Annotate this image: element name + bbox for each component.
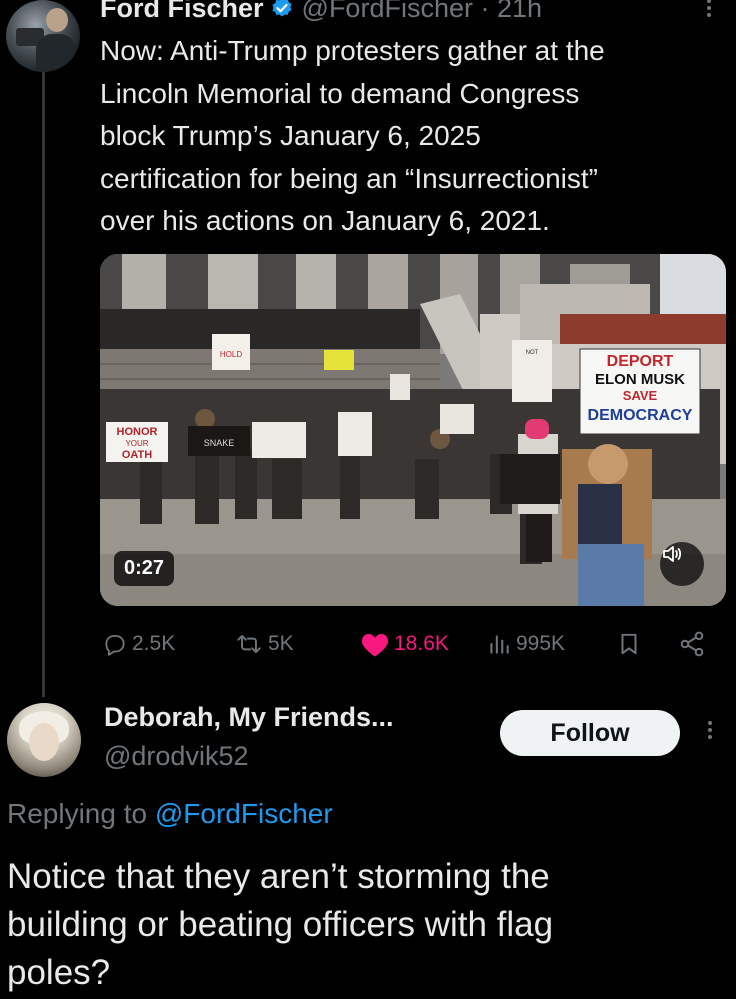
avatar-body-shape [36, 34, 76, 72]
original-author-name[interactable]: Ford Fischer [100, 0, 264, 24]
sign-honor-line1: HONOR [117, 426, 158, 438]
protest-scene-image: DEPORT ELON MUSK SAVE DEMOCRACY HONOR YO… [100, 254, 726, 606]
views-bar-chart-icon [490, 635, 509, 654]
share-action[interactable] [678, 624, 710, 664]
separator-dot: · [480, 0, 490, 23]
sign-hold: HOLD [220, 350, 242, 359]
bookmark-icon [621, 633, 637, 655]
heart-icon [361, 634, 389, 657]
avatar-face-shape [29, 723, 59, 761]
sign-not: NOT [526, 350, 539, 356]
video-player[interactable]: DEPORT ELON MUSK SAVE DEMOCRACY HONOR YO… [100, 254, 726, 606]
sign-deport-line1: DEPORT [607, 353, 674, 370]
verified-badge-icon [270, 0, 294, 20]
post-time[interactable]: 21h [497, 0, 542, 24]
repost-count: 5K [268, 632, 294, 655]
sign-honor-line2: YOUR [125, 439, 148, 448]
reply-action[interactable]: 2.5K [102, 624, 175, 664]
repost-icon [237, 635, 261, 653]
sign-deport-line3: SAVE [623, 388, 658, 403]
replying-to-prefix: Replying to [7, 798, 148, 829]
sign-deport-line2: ELON MUSK [595, 371, 685, 388]
reply-author-handle[interactable]: @drodvik52 [104, 741, 248, 772]
deborah-avatar[interactable] [7, 703, 81, 777]
reply-count: 2.5K [132, 632, 176, 655]
reply-icon [105, 634, 125, 656]
more-options-icon[interactable] [704, 0, 714, 20]
replying-to-line: Replying to @FordFischer [7, 798, 333, 830]
ford-fischer-avatar[interactable] [6, 0, 80, 72]
reply-more-options-icon[interactable] [707, 718, 713, 742]
sign-deport-line4: DEMOCRACY [588, 407, 693, 424]
video-duration: 0:27 [114, 551, 175, 586]
original-author-handle[interactable]: @FordFischer [302, 0, 473, 24]
reply-author-name[interactable]: Deborah, My Friends... [104, 702, 394, 733]
like-count: 18.6K [394, 632, 449, 655]
views-action[interactable]: 995K [486, 624, 565, 664]
view-count: 995K [516, 632, 566, 655]
avatar-head-shape [46, 8, 68, 32]
reply-post-text: Notice that they aren’t storming the bui… [7, 857, 554, 992]
replying-to-mention[interactable]: @FordFischer [155, 798, 333, 829]
bookmark-action[interactable] [616, 624, 646, 664]
post-action-bar: 2.5K 5K 18.6K 995K [100, 624, 710, 664]
share-icon [680, 631, 704, 657]
like-action[interactable]: 18.6K [360, 624, 449, 664]
original-post-text: Now: Anti-Trump protesters gather at the… [100, 35, 605, 236]
original-post-header: Ford Fischer @FordFischer · 21h [100, 0, 542, 24]
sign-honor-line3: OATH [122, 449, 152, 461]
sign-snake: SNAKE [204, 438, 235, 448]
repost-action[interactable]: 5K [234, 624, 294, 664]
thread-connector-line [42, 72, 45, 697]
follow-button[interactable]: Follow [500, 710, 680, 756]
mute-toggle-icon[interactable] [660, 542, 704, 586]
